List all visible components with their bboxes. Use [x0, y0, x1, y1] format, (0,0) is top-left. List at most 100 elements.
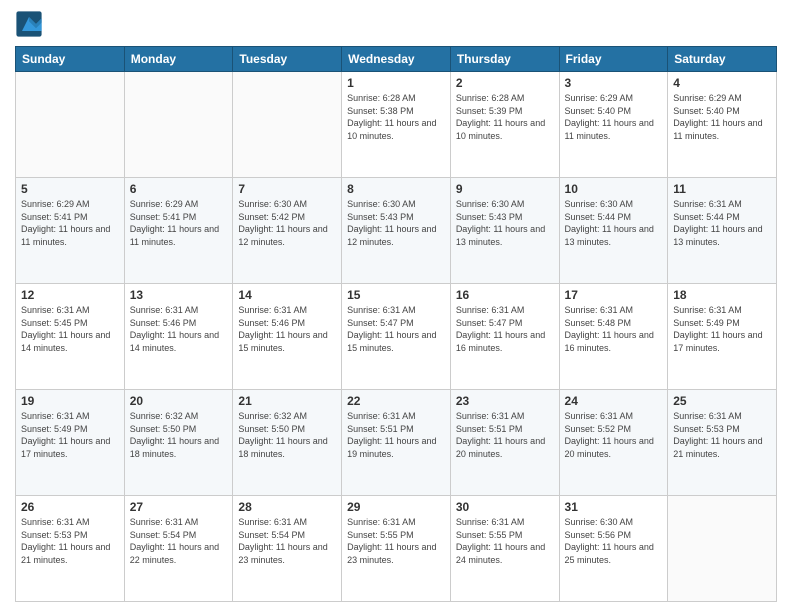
day-number: 28: [238, 500, 336, 514]
calendar-cell: 19 Sunrise: 6:31 AMSunset: 5:49 PMDayligh…: [16, 390, 125, 496]
calendar-cell: 12Sunrise: 6:31 AMSunset: 5:45 PMDayligh…: [16, 284, 125, 390]
calendar-cell: 21 Sunrise: 6:32 AMSunset: 5:50 PMDayligh…: [233, 390, 342, 496]
day-number: 21: [238, 394, 336, 408]
calendar-cell: 11Sunrise: 6:31 AMSunset: 5:44 PMDayligh…: [668, 178, 777, 284]
calendar-cell: 25Sunrise: 6:31 AMSunset: 5:53 PMDayligh…: [668, 390, 777, 496]
page: SundayMondayTuesdayWednesdayThursdayFrid…: [0, 0, 792, 612]
day-info: Sunrise: 6:31 AMSunset: 5:46 PMDaylight:…: [130, 304, 228, 354]
day-info: Sunrise: 6:31 AMSunset: 5:48 PMDaylight:…: [565, 304, 663, 354]
day-number: 27: [130, 500, 228, 514]
day-number: 13: [130, 288, 228, 302]
calendar-cell: 16 Sunrise: 6:31 AMSunset: 5:47 PMDayligh…: [450, 284, 559, 390]
day-info: Sunrise: 6:31 AMSunset: 5:49 PMDaylight:…: [673, 304, 771, 354]
logo: [15, 10, 45, 38]
day-info: Sunrise: 6:31 AMSunset: 5:55 PMDaylight:…: [347, 516, 445, 566]
day-info: Sunrise: 6:31 AMSunset: 5:53 PMDaylight:…: [673, 410, 771, 460]
day-info: Sunrise: 6:30 AMSunset: 5:42 PMDaylight:…: [238, 198, 336, 248]
day-info: Sunrise: 6:30 AMSunset: 5:56 PMDaylight:…: [565, 516, 663, 566]
day-number: 18: [673, 288, 771, 302]
day-info: Sunrise: 6:29 AMSunset: 5:40 PMDaylight:…: [565, 92, 663, 142]
day-info: Sunrise: 6:31 AMSunset: 5:46 PMDaylight:…: [238, 304, 336, 354]
calendar-cell: 30 Sunrise: 6:31 AMSunset: 5:55 PMDayligh…: [450, 496, 559, 602]
calendar-cell: 29 Sunrise: 6:31 AMSunset: 5:55 PMDayligh…: [342, 496, 451, 602]
day-info: Sunrise: 6:32 AMSunset: 5:50 PMDaylight:…: [238, 410, 336, 460]
day-number: 19: [21, 394, 119, 408]
calendar-cell: 10 Sunrise: 6:30 AMSunset: 5:44 PMDayligh…: [559, 178, 668, 284]
calendar-cell: 3 Sunrise: 6:29 AMSunset: 5:40 PMDaylight…: [559, 72, 668, 178]
day-number: 1: [347, 76, 445, 90]
week-row-3: 19 Sunrise: 6:31 AMSunset: 5:49 PMDayligh…: [16, 390, 777, 496]
calendar-cell: 26 Sunrise: 6:31 AMSunset: 5:53 PMDayligh…: [16, 496, 125, 602]
day-number: 5: [21, 182, 119, 196]
calendar-cell: [16, 72, 125, 178]
day-info: Sunrise: 6:31 AMSunset: 5:49 PMDaylight:…: [21, 410, 119, 460]
day-info: Sunrise: 6:30 AMSunset: 5:43 PMDaylight:…: [456, 198, 554, 248]
day-info: Sunrise: 6:31 AMSunset: 5:54 PMDaylight:…: [130, 516, 228, 566]
day-info: Sunrise: 6:30 AMSunset: 5:43 PMDaylight:…: [347, 198, 445, 248]
day-number: 9: [456, 182, 554, 196]
day-number: 8: [347, 182, 445, 196]
calendar-cell: 7 Sunrise: 6:30 AMSunset: 5:42 PMDaylight…: [233, 178, 342, 284]
calendar-cell: 1 Sunrise: 6:28 AMSunset: 5:38 PMDaylight…: [342, 72, 451, 178]
calendar-cell: 20 Sunrise: 6:32 AMSunset: 5:50 PMDayligh…: [124, 390, 233, 496]
day-number: 14: [238, 288, 336, 302]
day-info: Sunrise: 6:30 AMSunset: 5:44 PMDaylight:…: [565, 198, 663, 248]
day-number: 22: [347, 394, 445, 408]
calendar-cell: 22 Sunrise: 6:31 AMSunset: 5:51 PMDayligh…: [342, 390, 451, 496]
calendar-cell: 2 Sunrise: 6:28 AMSunset: 5:39 PMDaylight…: [450, 72, 559, 178]
day-info: Sunrise: 6:28 AMSunset: 5:39 PMDaylight:…: [456, 92, 554, 142]
calendar-cell: 9 Sunrise: 6:30 AMSunset: 5:43 PMDaylight…: [450, 178, 559, 284]
day-number: 31: [565, 500, 663, 514]
day-info: Sunrise: 6:31 AMSunset: 5:54 PMDaylight:…: [238, 516, 336, 566]
day-number: 2: [456, 76, 554, 90]
calendar-cell: [124, 72, 233, 178]
day-info: Sunrise: 6:32 AMSunset: 5:50 PMDaylight:…: [130, 410, 228, 460]
calendar-cell: 31 Sunrise: 6:30 AMSunset: 5:56 PMDayligh…: [559, 496, 668, 602]
day-info: Sunrise: 6:29 AMSunset: 5:40 PMDaylight:…: [673, 92, 771, 142]
calendar-cell: [668, 496, 777, 602]
col-header-saturday: Saturday: [668, 47, 777, 72]
day-number: 20: [130, 394, 228, 408]
calendar-table: SundayMondayTuesdayWednesdayThursdayFrid…: [15, 46, 777, 602]
day-info: Sunrise: 6:29 AMSunset: 5:41 PMDaylight:…: [130, 198, 228, 248]
day-number: 7: [238, 182, 336, 196]
day-number: 26: [21, 500, 119, 514]
day-number: 30: [456, 500, 554, 514]
week-row-0: 1 Sunrise: 6:28 AMSunset: 5:38 PMDaylight…: [16, 72, 777, 178]
day-info: Sunrise: 6:31 AMSunset: 5:55 PMDaylight:…: [456, 516, 554, 566]
col-header-thursday: Thursday: [450, 47, 559, 72]
col-header-sunday: Sunday: [16, 47, 125, 72]
day-number: 29: [347, 500, 445, 514]
calendar-cell: 4 Sunrise: 6:29 AMSunset: 5:40 PMDaylight…: [668, 72, 777, 178]
day-number: 24: [565, 394, 663, 408]
calendar-cell: 23Sunrise: 6:31 AMSunset: 5:51 PMDayligh…: [450, 390, 559, 496]
logo-icon: [15, 10, 43, 38]
day-info: Sunrise: 6:31 AMSunset: 5:47 PMDaylight:…: [456, 304, 554, 354]
day-number: 4: [673, 76, 771, 90]
day-number: 16: [456, 288, 554, 302]
day-info: Sunrise: 6:29 AMSunset: 5:41 PMDaylight:…: [21, 198, 119, 248]
calendar-cell: [233, 72, 342, 178]
calendar-cell: 5 Sunrise: 6:29 AMSunset: 5:41 PMDaylight…: [16, 178, 125, 284]
calendar-cell: 27 Sunrise: 6:31 AMSunset: 5:54 PMDayligh…: [124, 496, 233, 602]
day-info: Sunrise: 6:31 AMSunset: 5:52 PMDaylight:…: [565, 410, 663, 460]
day-info: Sunrise: 6:31 AMSunset: 5:47 PMDaylight:…: [347, 304, 445, 354]
day-info: Sunrise: 6:31 AMSunset: 5:51 PMDaylight:…: [347, 410, 445, 460]
col-header-wednesday: Wednesday: [342, 47, 451, 72]
day-info: Sunrise: 6:31 AMSunset: 5:53 PMDaylight:…: [21, 516, 119, 566]
week-row-2: 12Sunrise: 6:31 AMSunset: 5:45 PMDayligh…: [16, 284, 777, 390]
calendar-cell: 13 Sunrise: 6:31 AMSunset: 5:46 PMDayligh…: [124, 284, 233, 390]
calendar-cell: 18 Sunrise: 6:31 AMSunset: 5:49 PMDayligh…: [668, 284, 777, 390]
calendar-header-row: SundayMondayTuesdayWednesdayThursdayFrid…: [16, 47, 777, 72]
day-number: 10: [565, 182, 663, 196]
calendar-cell: 24 Sunrise: 6:31 AMSunset: 5:52 PMDayligh…: [559, 390, 668, 496]
day-number: 3: [565, 76, 663, 90]
day-info: Sunrise: 6:31 AMSunset: 5:45 PMDaylight:…: [21, 304, 119, 354]
header: [15, 10, 777, 38]
day-info: Sunrise: 6:28 AMSunset: 5:38 PMDaylight:…: [347, 92, 445, 142]
calendar-cell: 17Sunrise: 6:31 AMSunset: 5:48 PMDayligh…: [559, 284, 668, 390]
calendar-cell: 6 Sunrise: 6:29 AMSunset: 5:41 PMDaylight…: [124, 178, 233, 284]
day-info: Sunrise: 6:31 AMSunset: 5:44 PMDaylight:…: [673, 198, 771, 248]
day-number: 6: [130, 182, 228, 196]
col-header-friday: Friday: [559, 47, 668, 72]
